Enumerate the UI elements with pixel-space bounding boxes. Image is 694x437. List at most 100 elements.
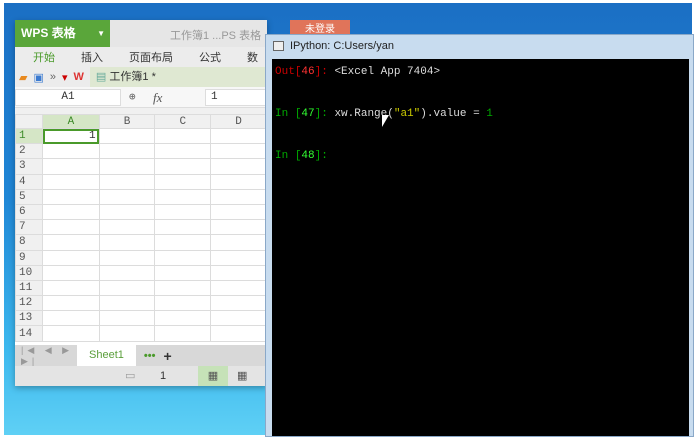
row-header[interactable]: 14 [15,325,44,342]
column-header-b[interactable]: B [98,114,156,129]
name-box[interactable]: A1 [15,89,121,106]
cell[interactable] [42,188,100,205]
cell[interactable] [42,325,100,342]
cell[interactable] [98,249,156,266]
cell[interactable] [98,264,156,281]
more-icon[interactable]: » [50,71,56,83]
cell[interactable] [98,127,156,145]
row-header[interactable]: 11 [15,279,44,297]
cell[interactable] [98,325,156,342]
spreadsheet-grid[interactable]: A B C D 1 1 2 3 4 5 6 7 8 9 10 11 12 13 14 [15,114,267,345]
cell[interactable] [98,234,156,251]
cell[interactable] [98,310,156,327]
cell[interactable] [42,249,100,266]
row-header[interactable]: 9 [15,249,44,266]
cell[interactable] [154,188,212,205]
cell-a1[interactable]: 1 [42,127,100,145]
column-header-d[interactable]: D [210,114,267,129]
row-header[interactable]: 12 [15,295,44,312]
cell[interactable] [154,295,212,312]
cell[interactable] [42,264,100,281]
row-header[interactable]: 7 [15,219,44,236]
row-header[interactable]: 4 [15,173,44,190]
cell[interactable] [154,158,212,175]
row-header[interactable]: 2 [15,143,44,160]
sheet-nav-arrows-icon[interactable]: |◀ ◀ ▶ ▶| [15,345,77,367]
add-sheet-button[interactable]: + [163,348,171,364]
cell[interactable] [154,279,212,297]
cell[interactable] [154,127,212,145]
cell[interactable] [42,173,100,190]
cell[interactable] [98,143,156,160]
row-header[interactable]: 8 [15,234,44,251]
cell[interactable] [210,295,267,312]
cell[interactable] [42,143,100,160]
more-sheets-button[interactable]: ••• [144,350,156,362]
normal-view-icon[interactable]: ▦ [198,366,228,386]
cell[interactable] [210,219,267,236]
cell[interactable] [210,203,267,221]
row-header[interactable]: 13 [15,310,44,327]
page-break-view-icon[interactable]: ▦ [237,369,247,382]
customize-icon[interactable]: ▾ [62,71,68,84]
cell[interactable] [42,279,100,297]
tab-insert[interactable]: 插入 [81,49,103,65]
cell[interactable] [210,325,267,342]
tab-data[interactable]: 数 [247,49,258,65]
document-tab[interactable]: ▤ 工作簿1 * [89,67,267,87]
cell[interactable] [154,219,212,236]
column-header-a[interactable]: A [42,114,100,129]
cell[interactable] [154,173,212,190]
cell[interactable] [210,158,267,175]
row-header[interactable]: 1 [15,127,44,145]
wps-app-menu-button[interactable]: WPS 表格 ▼ [15,20,110,47]
row-header[interactable]: 10 [15,264,44,281]
cell[interactable] [98,219,156,236]
function-icon[interactable]: fx [153,90,162,106]
cell[interactable] [42,158,100,175]
cell[interactable] [98,158,156,175]
cell[interactable] [210,279,267,297]
cell[interactable] [210,188,267,205]
cell[interactable] [98,188,156,205]
ipython-console-window[interactable]: IPython: C:Users/yan Out[46]: <Excel App… [265,34,694,437]
cell[interactable] [154,264,212,281]
select-all-corner[interactable] [15,114,44,129]
cell[interactable] [42,295,100,312]
console-output[interactable]: Out[46]: <Excel App 7404> In [47]: xw.Ra… [272,59,689,436]
cell[interactable] [154,234,212,251]
row-header[interactable]: 5 [15,188,44,205]
open-folder-icon[interactable]: ▰ [19,71,27,84]
row-header[interactable]: 3 [15,158,44,175]
sheet-tab-sheet1[interactable]: Sheet1 [77,345,136,366]
cell[interactable] [98,173,156,190]
save-icon[interactable]: ▣ [33,71,43,84]
cell[interactable] [210,173,267,190]
cell[interactable] [154,249,212,266]
zoom-icon[interactable]: ⊕ [129,90,136,104]
cell[interactable] [210,127,267,145]
cell[interactable] [98,279,156,297]
cell[interactable] [98,203,156,221]
cell[interactable] [210,264,267,281]
column-header-c[interactable]: C [154,114,212,129]
cell[interactable] [210,143,267,160]
cell[interactable] [42,234,100,251]
cell[interactable] [210,234,267,251]
row-header[interactable]: 6 [15,203,44,221]
tab-formulas[interactable]: 公式 [199,49,221,65]
cell[interactable] [154,325,212,342]
cell[interactable] [98,295,156,312]
cell[interactable] [210,249,267,266]
tab-page-layout[interactable]: 页面布局 [129,49,173,65]
cell[interactable] [42,219,100,236]
cell[interactable] [42,310,100,327]
cell[interactable] [154,310,212,327]
cell[interactable] [154,203,212,221]
wps-spreadsheet-window[interactable]: WPS 表格 ▼ 工作簿1 ...PS 表格 未登录 开始 插入 页面布局 公式 … [15,20,350,386]
wps-logo-icon[interactable]: W [74,71,84,83]
tab-home[interactable]: 开始 [33,49,55,65]
cell[interactable] [42,203,100,221]
cell[interactable] [210,310,267,327]
cell[interactable] [154,143,212,160]
